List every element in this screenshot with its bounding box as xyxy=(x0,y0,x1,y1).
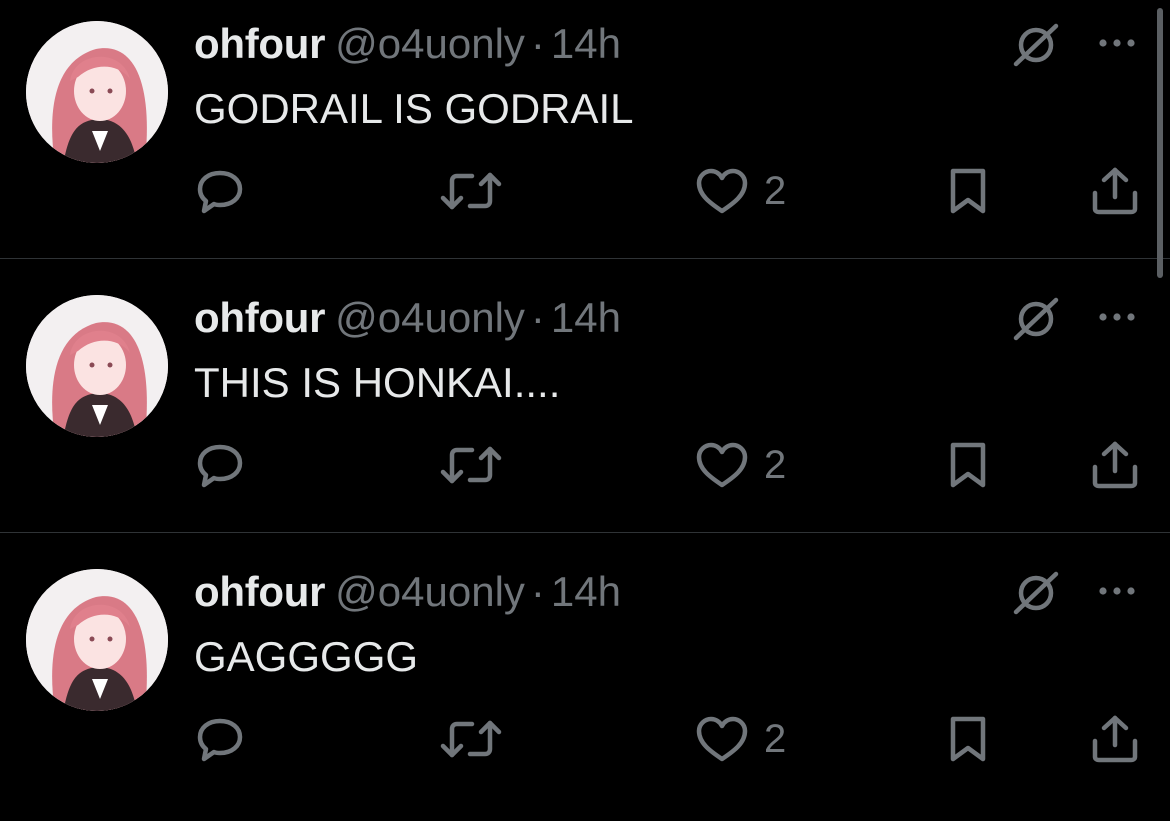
grok-icon[interactable] xyxy=(1010,22,1062,68)
user-handle[interactable]: @o4uonly xyxy=(335,20,525,67)
avatar[interactable] xyxy=(26,21,168,163)
action-bar: 2 xyxy=(0,713,1170,765)
tweet-header: ohfour @o4uonly · 14h xyxy=(194,18,621,70)
retweet-icon xyxy=(440,720,502,758)
retweet-button[interactable] xyxy=(438,713,504,765)
tweet[interactable]: ohfour@o4uonly·14h GODRAIL IS GODRAIL xyxy=(0,0,1170,273)
avatar[interactable] xyxy=(26,295,168,437)
timestamp[interactable]: 14h xyxy=(551,294,621,341)
heart-icon xyxy=(696,442,748,488)
like-count: 2 xyxy=(764,169,787,213)
bookmark-icon xyxy=(950,168,986,214)
tweet-divider xyxy=(0,258,1170,259)
tweet-divider xyxy=(0,532,1170,533)
more-options-icon[interactable] xyxy=(1094,578,1140,604)
reply-button[interactable] xyxy=(194,713,246,765)
display-name[interactable]: ohfour xyxy=(194,294,325,341)
user-handle[interactable]: @o4uonly xyxy=(335,294,525,341)
tweet[interactable]: ohfour@o4uonly·14h THIS IS HONKAI.... xyxy=(0,274,1170,547)
reply-button[interactable] xyxy=(194,439,246,491)
retweet-button[interactable] xyxy=(438,439,504,491)
action-bar: 2 xyxy=(0,439,1170,491)
bookmark-button[interactable] xyxy=(944,439,992,491)
tweet-text: GAGGGGG xyxy=(194,633,419,680)
like-count: 2 xyxy=(764,443,787,487)
tweet-header: ohfour @o4uonly · 14h xyxy=(194,566,621,618)
share-icon xyxy=(1092,715,1138,763)
tweet-text: GODRAIL IS GODRAIL xyxy=(194,85,634,132)
share-button[interactable] xyxy=(1090,439,1140,491)
like-count: 2 xyxy=(764,717,787,761)
retweet-button[interactable] xyxy=(438,165,504,217)
action-bar: 2 xyxy=(0,165,1170,217)
timestamp[interactable]: 14h xyxy=(551,568,621,615)
separator-dot: · xyxy=(530,294,545,341)
grok-icon[interactable] xyxy=(1010,570,1062,616)
display-name[interactable]: ohfour xyxy=(194,20,325,67)
share-button[interactable] xyxy=(1090,713,1140,765)
avatar[interactable] xyxy=(26,569,168,711)
more-options-icon[interactable] xyxy=(1094,304,1140,330)
reply-icon xyxy=(197,718,243,762)
reply-button[interactable] xyxy=(194,165,246,217)
user-handle[interactable]: @o4uonly xyxy=(335,568,525,615)
tweet[interactable]: ohfour @o4uonly · 14h GAGGGGG 2 xyxy=(0,548,1170,821)
share-button[interactable] xyxy=(1090,165,1140,217)
heart-icon xyxy=(696,716,748,762)
timestamp[interactable]: 14h xyxy=(551,20,621,67)
bookmark-icon xyxy=(950,442,986,488)
bookmark-button[interactable] xyxy=(944,713,992,765)
like-button[interactable]: 2 xyxy=(694,439,786,491)
reply-icon xyxy=(197,444,243,488)
share-icon xyxy=(1092,167,1138,215)
like-button[interactable]: 2 xyxy=(694,165,786,217)
retweet-icon xyxy=(440,172,502,210)
separator-dot: · xyxy=(530,20,545,67)
tweet-feed: ohfour@o4uonly·14h GODRAIL IS GODRAIL xyxy=(0,0,1170,792)
heart-icon xyxy=(696,168,748,214)
bookmark-icon xyxy=(950,716,986,762)
separator-dot: · xyxy=(530,568,545,615)
tweet-text: THIS IS HONKAI.... xyxy=(194,359,561,406)
share-icon xyxy=(1092,441,1138,489)
reply-icon xyxy=(197,170,243,214)
retweet-icon xyxy=(440,446,502,484)
bookmark-button[interactable] xyxy=(944,165,992,217)
more-options-icon[interactable] xyxy=(1094,30,1140,56)
tweet-header: ohfour @o4uonly · 14h xyxy=(194,292,621,344)
display-name[interactable]: ohfour xyxy=(194,568,325,615)
scrollbar[interactable] xyxy=(1157,8,1163,278)
like-button[interactable]: 2 xyxy=(694,713,786,765)
grok-icon[interactable] xyxy=(1010,296,1062,342)
